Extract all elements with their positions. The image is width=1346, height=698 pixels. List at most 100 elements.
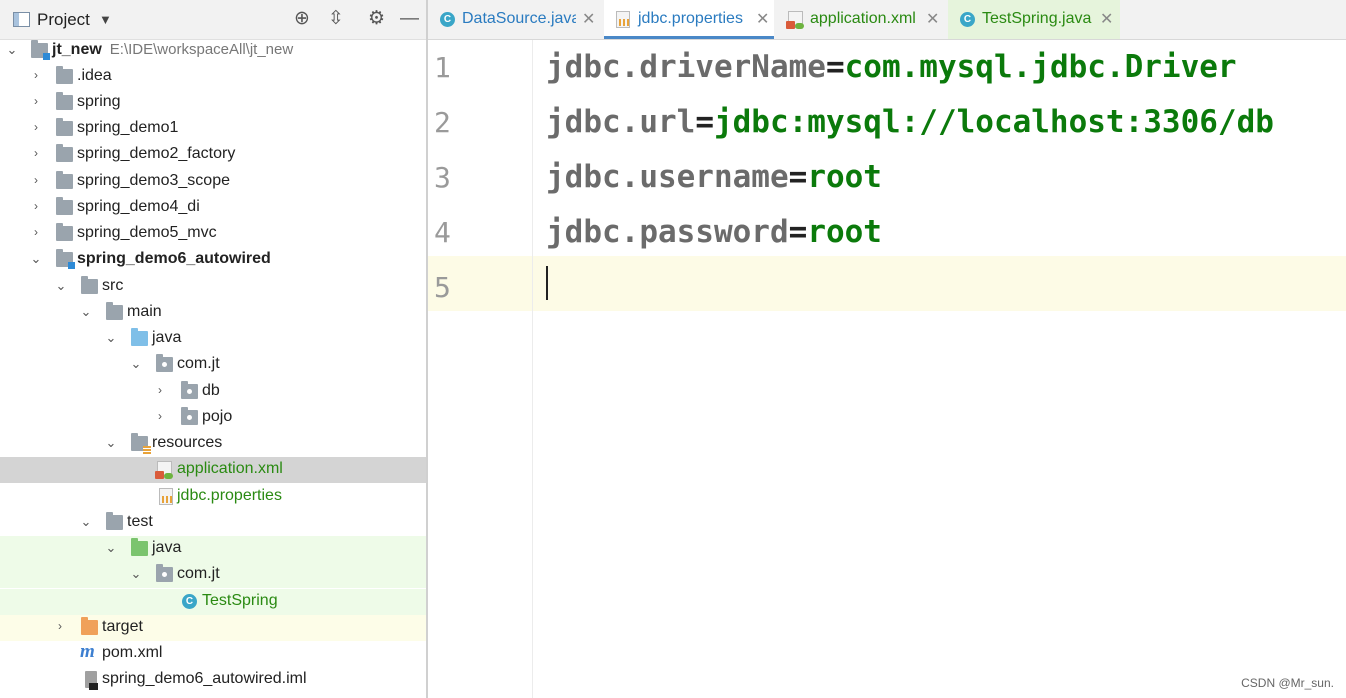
- chevron-down-icon[interactable]: ⌄: [6, 42, 18, 58]
- tree-item-label: spring_demo5_mvc: [77, 224, 217, 241]
- code-editor[interactable]: 1 2 3 4 5 jdbc.driverName=com.mysql.jdbc…: [428, 40, 1346, 698]
- collapse-all-icon[interactable]: ⇳: [328, 9, 344, 29]
- tree-item-pom-xml[interactable]: m pom.xml: [0, 641, 426, 667]
- chevron-down-icon[interactable]: ⌄: [130, 566, 142, 582]
- property-key: jdbc.username: [546, 159, 789, 195]
- folder-icon: [81, 276, 98, 294]
- chevron-down-icon[interactable]: ⌄: [105, 435, 117, 451]
- properties-file-icon: [159, 488, 173, 505]
- tree-item-test[interactable]: ⌄ test: [0, 510, 426, 536]
- tree-item-spring-demo6-autowired[interactable]: ⌄ spring_demo6_autowired: [0, 247, 426, 273]
- tree-item-label: .idea: [77, 67, 112, 84]
- chevron-down-icon[interactable]: ⌄: [80, 514, 92, 530]
- close-icon[interactable]: ✕: [756, 9, 769, 29]
- tab-testspring-java[interactable]: C TestSpring.java ✕: [948, 0, 1120, 39]
- tree-item-label: java: [152, 539, 182, 556]
- tree-item-jt-new[interactable]: ⌄ jt_new E:\IDE\workspaceAll\jt_new: [0, 38, 426, 64]
- tree-item-spring[interactable]: › spring: [0, 90, 426, 116]
- tree-item-db[interactable]: › db: [0, 379, 426, 405]
- tree-item-testspring[interactable]: C TestSpring: [0, 589, 426, 615]
- tab-label: application.xml: [810, 10, 916, 27]
- tree-item-target[interactable]: › target: [0, 615, 426, 641]
- chevron-down-icon[interactable]: ⌄: [130, 356, 142, 372]
- tree-item-label: com.jt: [177, 355, 220, 372]
- tree-item-label: jdbc.properties: [177, 487, 282, 504]
- maven-icon: m: [80, 641, 95, 662]
- tree-item-label: resources: [152, 434, 223, 451]
- xml-file-icon: [155, 461, 173, 479]
- tree-item-spring-demo5-mvc[interactable]: › spring_demo5_mvc: [0, 221, 426, 247]
- chevron-right-icon[interactable]: ›: [154, 383, 166, 397]
- folder-icon: [56, 144, 73, 162]
- tree-item-jdbc-properties[interactable]: jdbc.properties: [0, 484, 426, 510]
- tree-item-main[interactable]: ⌄ main: [0, 300, 426, 326]
- xml-file-icon: [786, 11, 804, 29]
- chevron-right-icon[interactable]: ›: [30, 94, 42, 108]
- tree-item-label: test: [127, 513, 153, 530]
- class-icon: C: [440, 12, 455, 27]
- line-number: 3: [434, 161, 451, 194]
- chevron-right-icon[interactable]: ›: [30, 199, 42, 213]
- module-folder-icon: [56, 249, 75, 269]
- tree-item-spring-demo1[interactable]: › spring_demo1: [0, 116, 426, 142]
- tree-item-label: TestSpring: [202, 592, 278, 609]
- tree-item-pojo[interactable]: › pojo: [0, 405, 426, 431]
- folder-icon: [56, 66, 73, 84]
- chevron-down-icon[interactable]: ⌄: [105, 540, 117, 556]
- property-value: com.mysql.jdbc.Driver: [844, 49, 1237, 85]
- tree-item-label: java: [152, 329, 182, 346]
- tree-item-label: spring_demo2_factory: [77, 145, 236, 162]
- chevron-right-icon[interactable]: ›: [30, 146, 42, 160]
- tree-item-label: target: [102, 618, 143, 635]
- project-panel-title[interactable]: Project: [37, 10, 90, 30]
- tree-item-com-jt-main[interactable]: ⌄ com.jt: [0, 352, 426, 378]
- tree-item-spring-demo3-scope[interactable]: › spring_demo3_scope: [0, 169, 426, 195]
- chevron-down-icon[interactable]: ⌄: [30, 251, 42, 267]
- tree-item-java-test[interactable]: ⌄ java: [0, 536, 426, 562]
- chevron-right-icon[interactable]: ›: [154, 409, 166, 423]
- close-icon[interactable]: ✕: [926, 9, 939, 29]
- chevron-down-icon[interactable]: ⌄: [55, 278, 67, 294]
- properties-file-icon: [616, 11, 630, 28]
- chevron-down-icon[interactable]: ⌄: [105, 330, 117, 346]
- hide-icon[interactable]: —: [400, 9, 419, 29]
- tree-item-label: spring_demo6_autowired: [77, 250, 271, 267]
- chevron-right-icon[interactable]: ›: [30, 225, 42, 239]
- tree-item-application-xml[interactable]: application.xml: [0, 457, 426, 483]
- tree-item-label: com.jt: [177, 565, 220, 582]
- watermark: CSDN @Mr_sun.: [1241, 676, 1334, 690]
- tree-item-spring-demo4-di[interactable]: › spring_demo4_di: [0, 195, 426, 221]
- code-line: jdbc.password=root: [546, 205, 882, 260]
- locate-icon[interactable]: ⊕: [294, 9, 310, 29]
- gear-icon[interactable]: ⚙: [368, 9, 385, 29]
- line-number-gutter: 1 2 3 4 5: [428, 40, 533, 698]
- tree-item-resources[interactable]: ⌄ resources: [0, 431, 426, 457]
- tree-item-iml[interactable]: spring_demo6_autowired.iml: [0, 667, 426, 693]
- chevron-right-icon[interactable]: ›: [30, 173, 42, 187]
- module-file-icon: [85, 671, 98, 690]
- folder-icon: [56, 92, 73, 110]
- tree-item-spring-demo2-factory[interactable]: › spring_demo2_factory: [0, 142, 426, 168]
- tree-item-src[interactable]: ⌄ src: [0, 274, 426, 300]
- tree-item-com-jt-test[interactable]: ⌄ com.jt: [0, 562, 426, 588]
- tab-datasource-java[interactable]: C DataSource.java ✕: [428, 0, 602, 39]
- property-separator: =: [825, 49, 845, 85]
- tree-item-java-main[interactable]: ⌄ java: [0, 326, 426, 352]
- excluded-folder-icon: [81, 617, 98, 635]
- tree-item-label: pojo: [202, 408, 233, 425]
- property-key: jdbc.password: [546, 214, 789, 250]
- editor-tab-bar: C DataSource.java ✕ jdbc.properties ✕ ap…: [428, 0, 1346, 40]
- chevron-right-icon[interactable]: ›: [30, 68, 42, 82]
- chevron-down-icon[interactable]: ⌄: [80, 304, 92, 320]
- tab-application-xml[interactable]: application.xml ✕: [776, 0, 946, 39]
- tab-label: jdbc.properties: [638, 10, 743, 27]
- tab-jdbc-properties[interactable]: jdbc.properties ✕: [604, 0, 774, 39]
- tree-item-idea[interactable]: › .idea: [0, 64, 426, 90]
- property-separator: =: [695, 104, 714, 140]
- chevron-right-icon[interactable]: ›: [30, 120, 42, 134]
- chevron-down-icon[interactable]: ▼: [99, 12, 112, 27]
- tree-item-label: main: [127, 303, 162, 320]
- close-icon[interactable]: ✕: [582, 9, 595, 29]
- chevron-right-icon[interactable]: ›: [54, 619, 66, 633]
- close-icon[interactable]: ✕: [1100, 9, 1113, 29]
